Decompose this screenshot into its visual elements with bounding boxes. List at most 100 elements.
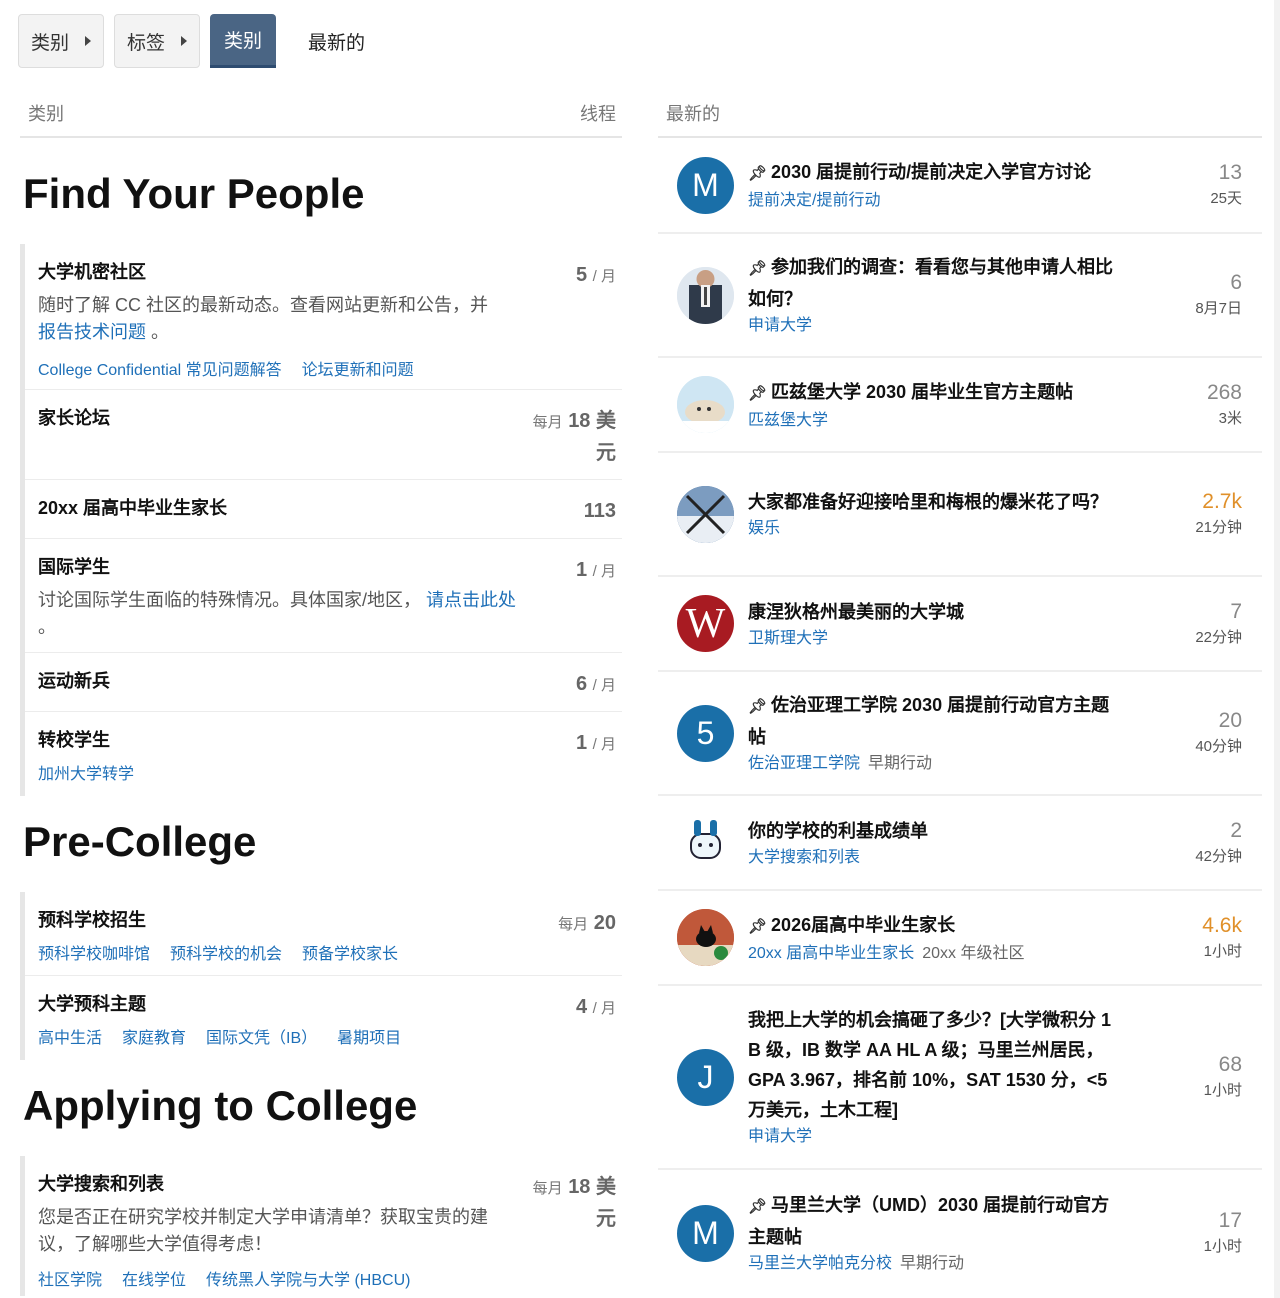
letter-avatar[interactable]: J [677,1048,734,1106]
topic-category[interactable]: 提前决定/提前行动 [748,189,1118,213]
topic-title[interactable]: 你的学校的利基成绩单 [748,816,1118,846]
category-row[interactable]: 运动新兵 6 / 月 [25,653,622,712]
topic-title[interactable]: 康涅狄格州最美丽的大学城 [748,597,1118,627]
category-row[interactable]: 国际学生 讨论国际学生面临的特殊情况。具体国家/地区， 请点击此处 。 1 / … [25,539,622,653]
topic-title[interactable]: 📌︎ 2026届高中毕业生家长 [748,910,1118,942]
topic-category[interactable]: 卫斯理大学 [748,627,1118,651]
topic-title[interactable]: 📌︎ 参加我们的调查：看看您与其他申请人相比如何？ [748,252,1118,314]
activity-age[interactable]: 25天 [1142,187,1242,211]
stat-number: 20 [593,912,616,934]
categories-dropdown[interactable]: 类别 [18,14,105,68]
tab-latest[interactable]: 最新的 [286,14,387,68]
subcategory-link[interactable]: 高中生活 [38,1024,102,1048]
letter-avatar[interactable]: M [677,1204,734,1262]
category-name[interactable]: 大学搜索和列表 [38,1170,516,1196]
activity-age[interactable]: 3米 [1142,407,1242,431]
category-link[interactable]: 马里兰大学帕克分校 [748,1255,892,1272]
subcategory-link[interactable]: 预备学校家长 [302,940,398,964]
cat-avatar-icon[interactable] [677,909,734,966]
category-row[interactable]: 家长论坛 每月 18 美元 [25,390,622,480]
letter-avatar[interactable]: W [677,595,734,652]
subcategory-link[interactable]: 论坛更新和问题 [302,356,414,380]
topic-title[interactable]: 大家都准备好迎接哈里和梅根的爆米花了吗？ [748,487,1118,517]
topic-title[interactable]: 📌︎ 匹兹堡大学 2030 届毕业生官方主题帖 [748,377,1118,409]
activity-age[interactable]: 42分钟 [1142,845,1242,869]
topic-row[interactable]: J 我把上大学的机会搞砸了多少？[大学微积分 1 B 级，IB 数学 AA HL… [658,986,1262,1170]
subcategory-link[interactable]: 社区学院 [38,1266,102,1290]
categories-header: 类别 线程 [20,90,622,138]
letter-avatar[interactable]: 5 [677,704,734,762]
activity-age[interactable]: 8月7日 [1142,297,1242,321]
activity-age[interactable]: 40分钟 [1142,735,1242,759]
category-row[interactable]: 预科学校招生 预科学校咖啡馆 预科学校的机会 预备学校家长 每月 20 [25,892,622,976]
category-name[interactable]: 运动新兵 [38,667,516,693]
activity-age[interactable]: 1小时 [1142,1079,1242,1103]
topic-tag[interactable]: 早期行动 [900,1255,964,1272]
category-link[interactable]: 20xx 届高中毕业生家长 [748,945,914,962]
topic-row[interactable]: 📌︎ 参加我们的调查：看看您与其他申请人相比如何？ 申请大学 6 8月7日 [658,234,1262,358]
category-name[interactable]: 20xx 届高中毕业生家长 [38,494,516,520]
description-text: 随时了解 CC 社区的最新动态。查看网站更新和公告，并 [38,295,488,315]
top-nav: 类别 标签 类别 最新的 [18,14,387,68]
topic-category[interactable]: 申请大学 [748,1125,1118,1149]
category-row[interactable]: 20xx 届高中毕业生家长 113 [25,480,622,539]
category-row[interactable]: 大学搜索和列表 您是否正在研究学校并制定大学申请清单？获取宝贵的建议，了解哪些大… [25,1156,622,1296]
description-text: 讨论国际学生面临的特殊情况。具体国家/地区， [38,590,421,610]
topic-tag[interactable]: 早期行动 [868,755,932,772]
category-name[interactable]: 转校学生 [38,726,516,752]
topic-title[interactable]: 我把上大学的机会搞砸了多少？[大学微积分 1 B 级，IB 数学 AA HL A… [748,1005,1118,1125]
section-title: Pre-College [23,818,257,865]
subcategory-link[interactable]: 加州大学转学 [38,760,134,784]
topic-title[interactable]: 📌︎ 马里兰大学（UMD）2030 届提前行动官方主题帖 [748,1190,1118,1252]
topic-category[interactable]: 娱乐 [748,517,1118,541]
topic-row[interactable]: 大家都准备好迎接哈里和梅根的爆米花了吗？ 娱乐 2.7k 21分钟 [658,453,1262,577]
topic-row[interactable]: 你的学校的利基成绩单 大学搜索和列表 2 42分钟 [658,796,1262,891]
topic-row[interactable]: 📌︎ 2026届高中毕业生家长 20xx 届高中毕业生家长 20xx 年级社区 4.… [658,891,1262,986]
suit-avatar-icon[interactable] [677,266,734,324]
topic-row[interactable]: W 康涅狄格州最美丽的大学城 卫斯理大学 7 22分钟 [658,577,1262,672]
seal-avatar-icon[interactable] [677,376,734,433]
category-row[interactable]: 大学机密社区 随时了解 CC 社区的最新动态。查看网站更新和公告，并 报告技术问… [25,244,622,390]
topic-title[interactable]: 📌︎ 佐治亚理工学院 2030 届提前行动官方主题帖 [748,690,1118,752]
topic-row[interactable]: M 📌︎ 马里兰大学（UMD）2030 届提前行动官方主题帖 马里兰大学帕克分校早… [658,1170,1262,1296]
stat-number: 18 美元 [568,1176,616,1230]
subcategory-link[interactable]: 预科学校的机会 [170,940,282,964]
letter-avatar[interactable]: M [677,156,734,214]
subcategory-link[interactable]: 国际文凭（IB） [206,1024,317,1048]
scrollbar[interactable] [1274,0,1280,1298]
activity-age[interactable]: 22分钟 [1142,626,1242,650]
subcategory-link[interactable]: 预科学校咖啡馆 [38,940,150,964]
stat-prefix: 每月 [532,1180,563,1197]
report-issue-link[interactable]: 报告技术问题 [38,322,146,342]
activity-age[interactable]: 21分钟 [1142,516,1242,540]
tags-dropdown[interactable]: 标签 [114,14,201,68]
category-row[interactable]: 大学预科主题 高中生活 家庭教育 国际文凭（IB） 暑期项目 4 / 月 [25,976,622,1060]
topic-tag[interactable]: 20xx 年级社区 [922,945,1024,962]
topic-row[interactable]: 5 📌︎ 佐治亚理工学院 2030 届提前行动官方主题帖 佐治亚理工学院 早期行动 … [658,672,1262,796]
activity-age[interactable]: 1小时 [1142,940,1242,964]
activity-age[interactable]: 1小时 [1142,1235,1242,1259]
category-name[interactable]: 家长论坛 [38,404,516,430]
subcategory-link[interactable]: College Confidential 常见问题解答 [38,356,282,380]
category-row[interactable]: 转校学生 加州大学转学 1 / 月 [25,712,622,796]
category-name[interactable]: 国际学生 [38,553,516,579]
topic-category[interactable]: 申请大学 [748,314,1118,338]
category-name[interactable]: 大学预科主题 [38,990,516,1016]
category-name[interactable]: 预科学校招生 [38,906,516,932]
topic-category[interactable]: 大学搜索和列表 [748,846,1118,870]
category-link[interactable]: 佐治亚理工学院 [748,755,860,772]
subcategory-link[interactable]: 暑期项目 [337,1024,401,1048]
topic-category[interactable]: 匹兹堡大学 [748,409,1118,433]
topic-row[interactable]: 📌︎ 匹兹堡大学 2030 届毕业生官方主题帖 匹兹堡大学 268 3米 [658,358,1262,453]
topic-title[interactable]: 📌︎ 2030 届提前行动/提前决定入学官方讨论 [748,157,1118,189]
subcategory-link[interactable]: 家庭教育 [122,1024,186,1048]
subcategory-link[interactable]: 传统黑人学院与大学 (HBCU) [206,1266,410,1290]
reply-count: 20 [1218,709,1242,732]
category-name[interactable]: 大学机密社区 [38,258,516,284]
subcategory-link[interactable]: 在线学位 [122,1266,186,1290]
tab-categories[interactable]: 类别 [210,14,277,68]
click-here-link[interactable]: 请点击此处 [426,590,516,610]
topic-row[interactable]: M 📌︎ 2030 届提前行动/提前决定入学官方讨论 提前决定/提前行动 13 25… [658,138,1262,234]
robot-avatar-icon[interactable] [677,814,734,871]
sky-avatar-icon[interactable] [677,485,734,543]
